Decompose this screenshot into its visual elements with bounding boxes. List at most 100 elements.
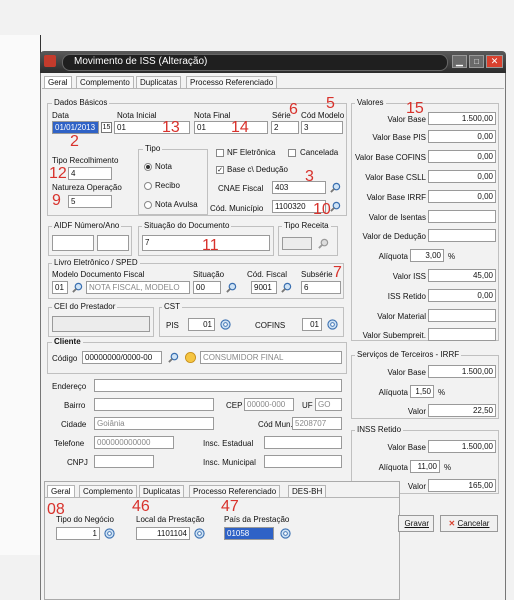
pais-prestacao-label: País da Prestação (224, 515, 290, 524)
inss-valor-base-field[interactable]: 1.500,00 (428, 440, 496, 453)
dados-basicos-title: Dados Básicos (52, 98, 110, 107)
cep-field[interactable]: 00000-000 (244, 398, 294, 411)
terceiros-valor-base-field[interactable]: 1.500,00 (428, 365, 496, 378)
valor-base-csll-field[interactable]: 0,00 (428, 170, 496, 183)
livro-situacao-label: Situação (193, 270, 225, 279)
insc-municipal-field[interactable] (264, 455, 342, 468)
cod-municipio-search-icon[interactable] (330, 201, 341, 212)
cod-modelo-field[interactable]: 3 (301, 121, 343, 134)
modelo-search-icon[interactable] (72, 282, 83, 293)
codigo-field[interactable]: 00000000/0000-00 (82, 351, 162, 364)
tipo-nota-label: Nota (155, 162, 172, 171)
gravar-button[interactable]: Gravar (398, 515, 434, 532)
pais-prestacao-search-icon[interactable] (280, 528, 291, 539)
tab2-complemento[interactable]: Complemento (79, 485, 137, 497)
minimize-button[interactable]: ▁ (452, 55, 467, 68)
tab2-duplicatas[interactable]: Duplicatas (139, 485, 185, 497)
livro-situacao-search-icon[interactable] (226, 282, 237, 293)
terceiros-valor-field[interactable]: 22,50 (428, 404, 496, 417)
tab-complemento[interactable]: Complemento (76, 76, 134, 88)
valor-material-field[interactable] (428, 309, 496, 322)
cancelada-checkbox[interactable] (288, 149, 296, 157)
inss-aliquota-label: Alíquota (378, 463, 408, 472)
iss-retido-field[interactable]: 0,00 (428, 289, 496, 302)
modelo-code-field[interactable]: 01 (52, 281, 68, 294)
aidf-numero-field[interactable] (52, 235, 94, 251)
tab2-processo-referenciado[interactable]: Processo Referenciado (189, 485, 281, 497)
valor-deducao-field[interactable] (428, 229, 496, 242)
pis-search-icon[interactable] (220, 319, 231, 330)
insc-estadual-field[interactable] (264, 436, 342, 449)
aidf-ano-field[interactable] (97, 235, 129, 251)
natureza-operacao-label: Natureza Operação (52, 183, 122, 192)
local-prestacao-search-icon[interactable] (194, 528, 205, 539)
cnae-search-icon[interactable] (330, 182, 341, 193)
cnae-field[interactable]: 403 (272, 181, 326, 194)
annotation-47: 47 (221, 498, 239, 515)
close-button[interactable]: ✕ (486, 55, 503, 68)
natureza-operacao-field[interactable]: 5 (68, 195, 112, 208)
tab-duplicatas[interactable]: Duplicatas (136, 76, 182, 88)
tipo-receita-search-icon[interactable] (318, 238, 329, 249)
cod-fiscal-search-icon[interactable] (281, 282, 292, 293)
inss-valor-field[interactable]: 165,00 (428, 479, 496, 492)
tipo-nota-radio[interactable] (144, 163, 152, 171)
cei-field[interactable] (52, 316, 150, 332)
tipo-negocio-search-icon[interactable] (104, 528, 115, 539)
valor-base-irrf-field[interactable]: 0,00 (428, 190, 496, 203)
cod-mun-field[interactable]: 5208707 (292, 417, 342, 430)
terceiros-aliquota-field[interactable]: 1,50 (410, 385, 434, 398)
codigo-search-icon[interactable] (168, 352, 179, 363)
cod-fiscal-field[interactable]: 9001 (251, 281, 277, 294)
bairro-label: Bairro (64, 401, 86, 410)
valor-isentas-field[interactable] (428, 210, 496, 223)
tab2-geral[interactable]: Geral (47, 485, 75, 497)
tab-geral[interactable]: Geral (44, 76, 72, 88)
base-deducao-checkbox[interactable]: ✓ (216, 166, 224, 174)
cofins-field[interactable]: 01 (302, 318, 322, 331)
folder-icon[interactable] (185, 352, 196, 363)
cod-modelo-label: Cód Modelo (301, 111, 345, 120)
cancelar-button[interactable]: ✕ Cancelar (440, 515, 498, 532)
maximize-button[interactable]: □ (469, 55, 484, 68)
inss-title: INSS Retido (355, 425, 404, 434)
tab2-des-bh[interactable]: DES-BH (288, 485, 327, 497)
annotation-08: 08 (47, 501, 65, 518)
cnpj-field[interactable] (94, 455, 154, 468)
pais-prestacao-field[interactable]: 01058 (224, 527, 274, 540)
cidade-label: Cidade (61, 420, 87, 429)
cofins-search-icon[interactable] (327, 319, 338, 330)
annotation-15: 15 (406, 100, 424, 117)
tipo-recibo-radio[interactable] (144, 182, 152, 190)
window-title: Movimento de ISS (Alteração) (74, 56, 208, 67)
nf-eletronica-checkbox[interactable] (216, 149, 224, 157)
local-prestacao-field[interactable]: 1101104 (136, 527, 190, 540)
serie-field[interactable]: 2 (271, 121, 299, 134)
cidade-field[interactable]: Goiânia (94, 417, 214, 430)
subserie-field[interactable]: 6 (301, 281, 341, 294)
modelo-name-field[interactable]: NOTA FISCAL, MODELO (86, 281, 190, 294)
tipo-nota-avulsa-radio[interactable] (144, 201, 152, 209)
pis-field[interactable]: 01 (188, 318, 215, 331)
valor-base-pis-field[interactable]: 0,00 (428, 130, 496, 143)
tab-processo-referenciado[interactable]: Processo Referenciado (186, 76, 278, 88)
valor-base-field[interactable]: 1.500,00 (428, 112, 496, 125)
valor-isentas-label: Valor de Isentas (368, 213, 426, 222)
calendar-icon[interactable]: 15 (101, 122, 112, 133)
valor-iss-field[interactable]: 45,00 (428, 269, 496, 282)
endereco-field[interactable] (94, 379, 342, 392)
aliquota-label: Alíquota (378, 252, 408, 261)
aliquota-field[interactable]: 3,00 (410, 249, 444, 262)
tipo-receita-field[interactable] (282, 237, 312, 250)
telefone-field[interactable]: 000000000000 (94, 436, 174, 449)
screen-left-frame (0, 35, 41, 555)
livro-situacao-field[interactable]: 00 (193, 281, 221, 294)
tipo-recolhimento-field[interactable]: 4 (68, 167, 112, 180)
bairro-field[interactable] (94, 398, 214, 411)
cliente-nome-field[interactable]: CONSUMIDOR FINAL (200, 351, 342, 364)
valor-base-cofins-field[interactable]: 0,00 (428, 150, 496, 163)
inss-aliquota-field[interactable]: 11,00 (410, 460, 440, 473)
uf-field[interactable]: GO (315, 398, 342, 411)
tipo-negocio-field[interactable]: 1 (56, 527, 100, 540)
valor-subempreit-field[interactable] (428, 328, 496, 341)
